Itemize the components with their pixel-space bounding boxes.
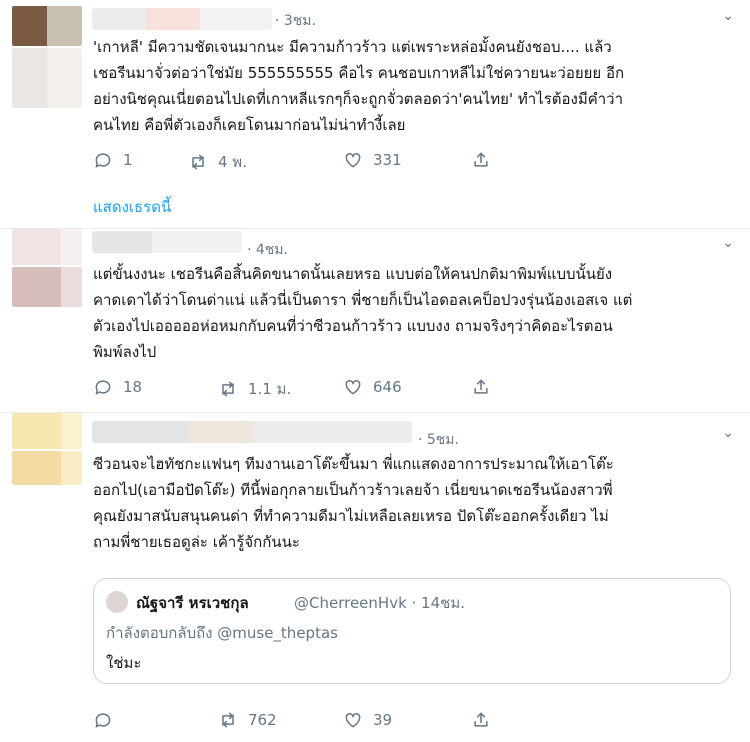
share-icon <box>474 712 488 727</box>
tweet-actions: 1 4 พ. 331 <box>93 150 513 172</box>
tweet-text: แต่ขั้นงงนะ เชอรีนคือสิ้นคิดขนาดนั้นเลยห… <box>93 265 633 361</box>
tweet-time[interactable]: · 5ชม. <box>418 429 459 451</box>
quoted-name: ณัฐจารี หรเวชกุล <box>136 594 249 612</box>
chevron-down-icon[interactable]: ⌄ <box>722 8 734 24</box>
retweet-count: 4 พ. <box>218 153 247 171</box>
reply-count: 18 <box>123 378 143 396</box>
reply-button[interactable]: 18 <box>93 377 142 397</box>
retweet-icon <box>192 154 204 170</box>
avatar-blur <box>12 48 82 108</box>
tweet-text: 'เกาหลี' มีความชัดเจนมากนะ มีความก้าวร้า… <box>93 38 625 134</box>
reply-button[interactable]: 1 <box>93 150 133 170</box>
username-blurred[interactable] <box>92 231 242 253</box>
avatar <box>106 591 128 613</box>
reply-count: 1 <box>123 151 133 169</box>
retweet-button[interactable]: 762 <box>218 710 277 730</box>
avatar[interactable] <box>12 229 82 265</box>
quoted-reply-to[interactable]: กำลังตอบกลับถึง @muse_theptas <box>106 621 338 645</box>
tweet-text: ซีวอนจะไฮทัชกะแฟนๆ ทีมงานเอาโต๊ะขึ้นมา พ… <box>93 455 614 551</box>
tweet-time[interactable]: · 3ชม. <box>275 10 316 32</box>
quoted-tweet[interactable]: ณัฐจารี หรเวชกุล @CherreenHvk · 14ชม. กำ… <box>93 578 731 684</box>
chevron-down-icon[interactable]: ⌄ <box>722 425 734 441</box>
reply-icon <box>95 713 111 728</box>
quoted-text: ใช่มะ <box>106 654 142 672</box>
avatar[interactable] <box>12 413 82 449</box>
show-thread-link[interactable]: แสดงเธรดนี้ <box>93 195 171 219</box>
retweet-button[interactable]: 1.1 ม. <box>218 377 291 401</box>
reply-button[interactable] <box>93 710 123 730</box>
reply-icon <box>95 153 111 168</box>
quoted-handle: @CherreenHvk · 14ชม. <box>294 594 465 612</box>
like-count: 39 <box>373 711 393 729</box>
share-icon <box>474 379 488 394</box>
retweet-icon <box>222 712 234 728</box>
share-button[interactable] <box>471 377 491 397</box>
like-button[interactable]: 646 <box>343 377 402 397</box>
avatar[interactable] <box>12 6 82 46</box>
avatar-blur <box>12 451 82 485</box>
share-button[interactable] <box>471 150 491 170</box>
like-icon <box>345 379 361 395</box>
retweet-count: 762 <box>248 711 277 729</box>
like-count: 646 <box>373 378 402 396</box>
tweet-actions: 762 39 <box>93 710 513 732</box>
like-icon <box>345 152 361 168</box>
retweet-button[interactable]: 4 พ. <box>188 150 247 174</box>
avatar-blur <box>12 267 82 307</box>
retweet-icon <box>222 381 234 397</box>
like-count: 331 <box>373 151 402 169</box>
tweet-2[interactable]: · 4ชม. ⌄ แต่ขั้นงงนะ เชอรีนคือสิ้นคิดขนา… <box>0 229 750 399</box>
username-blurred[interactable] <box>92 421 412 443</box>
tweet-3[interactable]: · 5ชม. ⌄ ซีวอนจะไฮทัชกะแฟนๆ ทีมงานเอาโต๊… <box>0 413 750 742</box>
share-button[interactable] <box>471 710 491 730</box>
chevron-down-icon[interactable]: ⌄ <box>722 235 734 251</box>
like-icon <box>345 712 361 728</box>
tweet-time[interactable]: · 4ชม. <box>247 239 288 261</box>
like-button[interactable]: 331 <box>343 150 402 170</box>
tweet-1[interactable]: · 3ชม. ⌄ 'เกาหลี' มีความชัดเจนมากนะ มีคว… <box>0 0 750 216</box>
username-blurred[interactable] <box>92 8 272 30</box>
reply-icon <box>95 380 111 395</box>
retweet-count: 1.1 ม. <box>248 380 292 398</box>
like-button[interactable]: 39 <box>343 710 392 730</box>
tweet-actions: 18 1.1 ม. 646 <box>93 377 513 399</box>
share-icon <box>474 152 488 167</box>
